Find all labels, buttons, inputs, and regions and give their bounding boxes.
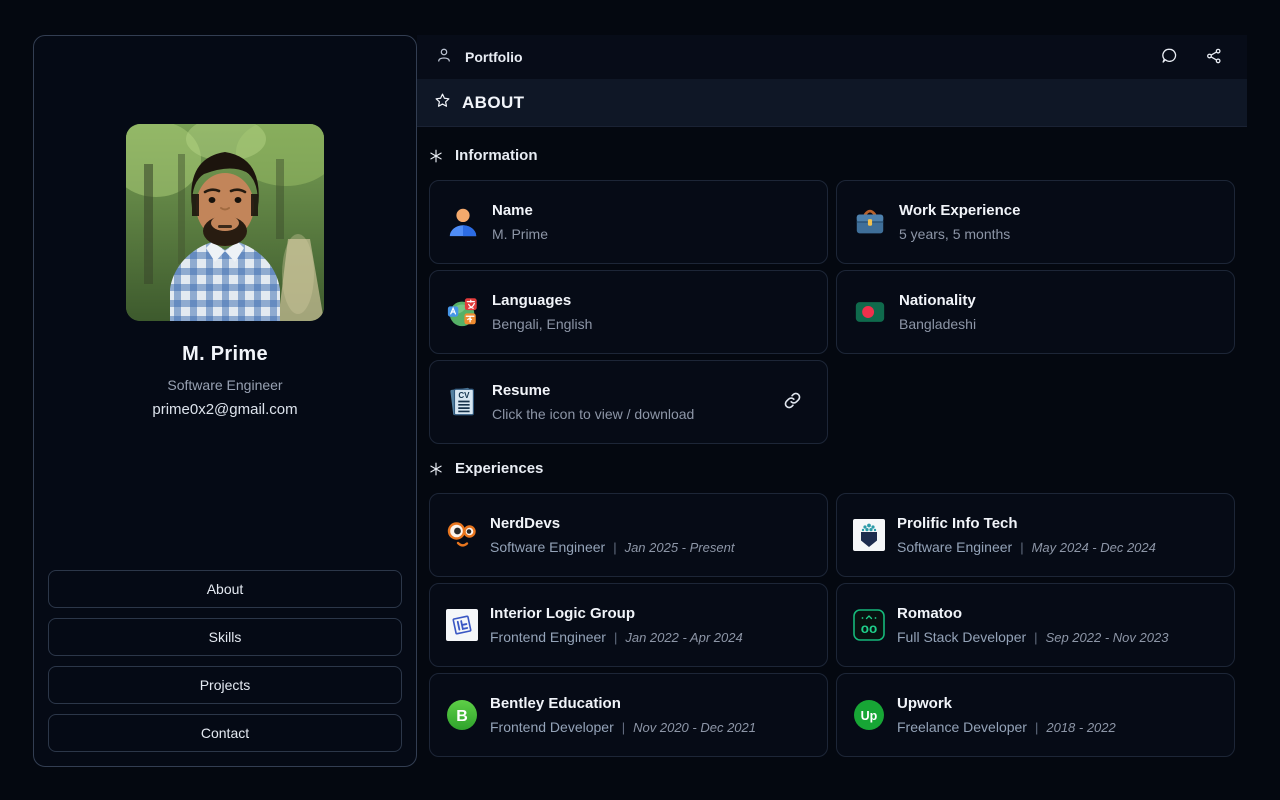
profile-name: M. Prime xyxy=(182,343,268,365)
user-icon xyxy=(435,46,453,69)
separator: | xyxy=(1020,540,1024,555)
separator: | xyxy=(621,720,626,735)
experiences-heading: Experiences xyxy=(429,460,1235,477)
experience-card-upwork: Up Upwork Freelance Developer | 2018 - 2… xyxy=(836,673,1235,757)
info-title: Languages xyxy=(492,292,572,309)
main-panel: Portfolio ABOUT Information Name M. Prim… xyxy=(417,35,1247,767)
resume-link-button[interactable] xyxy=(782,390,803,414)
separator: | xyxy=(613,540,617,555)
interior-logic-group-logo xyxy=(446,609,478,641)
languages-globe-emoji-icon xyxy=(447,298,477,327)
profile-email: prime0x2@gmail.com xyxy=(152,401,298,418)
chat-button[interactable] xyxy=(1160,46,1179,68)
share-button[interactable] xyxy=(1205,47,1223,68)
experience-card-prolific: Prolific Info Tech Software Engineer | M… xyxy=(836,493,1235,577)
link-icon xyxy=(782,390,803,414)
upwork-logo: Up xyxy=(854,700,884,730)
profile-photo xyxy=(126,124,324,321)
profile-sidebar: M. Prime Software Engineer prime0x2@gmai… xyxy=(33,35,417,767)
job-period: Jan 2025 - Present xyxy=(624,540,735,555)
job-role: Full Stack Developer xyxy=(897,629,1027,645)
info-title: Resume xyxy=(492,382,551,399)
svg-text:Up: Up xyxy=(861,709,878,723)
info-title: Nationality xyxy=(899,292,976,309)
information-heading: Information xyxy=(429,147,1235,164)
briefcase-emoji-icon xyxy=(856,209,884,234)
job-role: Frontend Developer xyxy=(490,719,614,735)
info-value: Click the icon to view / download xyxy=(492,406,695,422)
company-name: Prolific Info Tech xyxy=(897,515,1018,532)
info-card-name: Name M. Prime xyxy=(429,180,828,264)
experience-card-ilg: Interior Logic Group Frontend Engineer |… xyxy=(429,583,828,667)
romatoo-logo: oo xyxy=(853,609,885,641)
job-period: Nov 2020 - Dec 2021 xyxy=(633,720,756,735)
sidebar-item-projects[interactable]: Projects xyxy=(48,666,402,704)
bentley-education-logo: B xyxy=(447,700,477,730)
asterisk-icon xyxy=(430,149,442,162)
chat-icon xyxy=(1160,46,1179,68)
info-card-nationality: Nationality Bangladeshi xyxy=(836,270,1235,354)
top-header: Portfolio xyxy=(417,35,1247,79)
experience-card-nerddevs: NerdDevs Software Engineer | Jan 2025 - … xyxy=(429,493,828,577)
share-icon xyxy=(1205,47,1223,68)
sidebar-item-about[interactable]: About xyxy=(48,570,402,608)
header-title: Portfolio xyxy=(465,49,523,65)
svg-text:oo: oo xyxy=(861,621,878,636)
company-name: NerdDevs xyxy=(490,515,561,532)
svg-text:B: B xyxy=(456,708,468,725)
job-role: Software Engineer xyxy=(490,539,606,555)
company-name: Interior Logic Group xyxy=(490,605,635,622)
job-period: 2018 - 2022 xyxy=(1046,720,1116,735)
info-card-resume: CV Resume Click the icon to view / downl… xyxy=(429,360,828,444)
job-role: Freelance Developer xyxy=(897,719,1027,735)
section-header-about: ABOUT xyxy=(417,79,1247,127)
sidebar-item-contact[interactable]: Contact xyxy=(48,714,402,752)
info-value: Bangladeshi xyxy=(899,316,977,332)
about-section-title: ABOUT xyxy=(462,92,525,112)
info-card-work-experience: Work Experience 5 years, 5 months xyxy=(836,180,1235,264)
job-role: Software Engineer xyxy=(897,539,1013,555)
info-card-languages: Languages Bengali, English xyxy=(429,270,828,354)
cv-document-emoji-icon[interactable]: CV xyxy=(446,385,480,419)
person-emoji-icon xyxy=(449,208,477,237)
sidebar-item-skills[interactable]: Skills xyxy=(48,618,402,656)
separator: | xyxy=(613,630,618,645)
job-role: Frontend Engineer xyxy=(490,629,606,645)
info-title: Work Experience xyxy=(899,202,1021,219)
nerddevs-logo xyxy=(447,522,476,547)
about-content: Information Name M. Prime Work Experienc… xyxy=(417,147,1247,757)
company-name: Bentley Education xyxy=(490,695,621,712)
info-value: Bengali, English xyxy=(492,316,593,332)
info-value: M. Prime xyxy=(492,226,548,242)
separator: | xyxy=(1034,630,1038,645)
job-period: May 2024 - Dec 2024 xyxy=(1031,540,1156,555)
job-period: Jan 2022 - Apr 2024 xyxy=(625,630,743,645)
star-icon xyxy=(434,92,451,114)
information-grid: Name M. Prime Work Experience 5 years, 5… xyxy=(429,180,1235,444)
experience-card-bentley: B Bentley Education Frontend Developer |… xyxy=(429,673,828,757)
info-title: Name xyxy=(492,202,533,219)
experience-card-romatoo: oo Romatoo Full Stack Developer | Sep 20… xyxy=(836,583,1235,667)
company-name: Romatoo xyxy=(897,605,962,622)
info-value: 5 years, 5 months xyxy=(899,226,1011,242)
svg-text:CV: CV xyxy=(458,391,470,400)
company-name: Upwork xyxy=(897,695,953,712)
separator: | xyxy=(1034,720,1039,735)
prolific-info-tech-logo xyxy=(853,519,885,551)
job-period: Sep 2022 - Nov 2023 xyxy=(1045,630,1169,645)
asterisk-icon xyxy=(430,462,442,475)
profile-job-title: Software Engineer xyxy=(167,377,283,393)
bangladesh-flag-emoji-icon xyxy=(855,302,885,322)
experiences-grid: NerdDevs Software Engineer | Jan 2025 - … xyxy=(429,493,1235,757)
sidebar-nav: About Skills Projects Contact xyxy=(48,570,402,752)
